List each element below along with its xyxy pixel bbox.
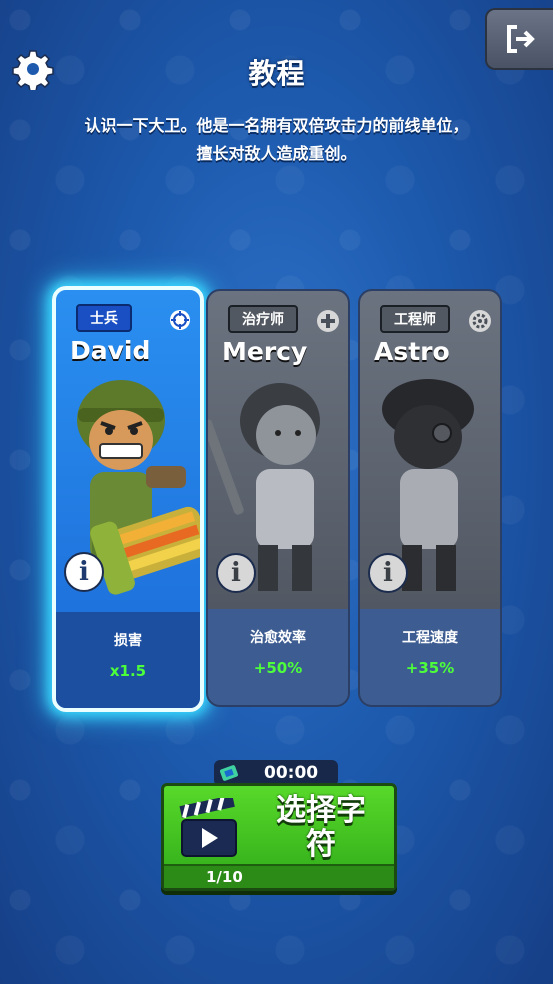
plus-icon <box>317 310 339 332</box>
character-name: Astro <box>374 337 450 366</box>
page-title: 教程 <box>248 57 305 90</box>
stat-label: 工程速度 <box>402 630 458 646</box>
character-name: Mercy <box>222 337 308 366</box>
stat-panel: 治愈效率 +50% <box>208 609 348 705</box>
info-icon: i <box>79 557 89 587</box>
clapperboard-video-icon <box>179 798 237 857</box>
select-button-label: 选择字 符 <box>256 794 386 862</box>
role-tag: 治疗师 <box>228 305 298 333</box>
cog-icon <box>469 310 491 332</box>
info-icon: i <box>383 558 393 588</box>
character-card-astro[interactable]: 工程师 Astro i 工程速度 +35% <box>358 289 502 707</box>
select-button-label-line-2: 符 <box>306 827 336 862</box>
stat-panel: 损害 x1.5 <box>56 612 200 708</box>
stat-label: 损害 <box>114 633 142 649</box>
select-character-button[interactable]: 选择字 符 1/10 <box>161 783 397 891</box>
stat-value: +50% <box>253 659 303 677</box>
character-name: David <box>70 336 151 365</box>
exit-icon <box>507 25 535 53</box>
role-tag: 士兵 <box>76 304 132 332</box>
character-card-mercy[interactable]: 治疗师 Mercy i 治愈效率 +50% <box>206 289 350 707</box>
stat-value: +35% <box>405 659 455 677</box>
info-icon: i <box>231 558 241 588</box>
crosshair-icon <box>170 310 190 330</box>
select-button-label-line-1: 选择字 <box>276 793 366 828</box>
progress-count: 1/10 <box>206 868 243 886</box>
ticket-icon <box>219 765 239 781</box>
stat-value: x1.5 <box>109 662 147 680</box>
tutorial-description: 认识一下大卫。他是一名拥有双倍攻击力的前线单位， 擅长对敌人造成重创。 <box>20 112 533 168</box>
info-button[interactable]: i <box>216 553 256 593</box>
role-tag: 工程师 <box>380 305 450 333</box>
description-line-1: 认识一下大卫。他是一名拥有双倍攻击力的前线单位， <box>84 116 469 135</box>
timer-value: 00:00 <box>264 763 319 783</box>
character-card-david[interactable]: 士兵 David i 损害 x1.5 <box>52 286 204 712</box>
description-line-2: 擅长对敌人造成重创。 <box>196 144 357 163</box>
info-button[interactable]: i <box>64 552 104 592</box>
info-button[interactable]: i <box>368 553 408 593</box>
progress-strip: 1/10 <box>164 864 394 888</box>
stat-label: 治愈效率 <box>250 630 306 646</box>
stat-panel: 工程速度 +35% <box>360 609 500 705</box>
